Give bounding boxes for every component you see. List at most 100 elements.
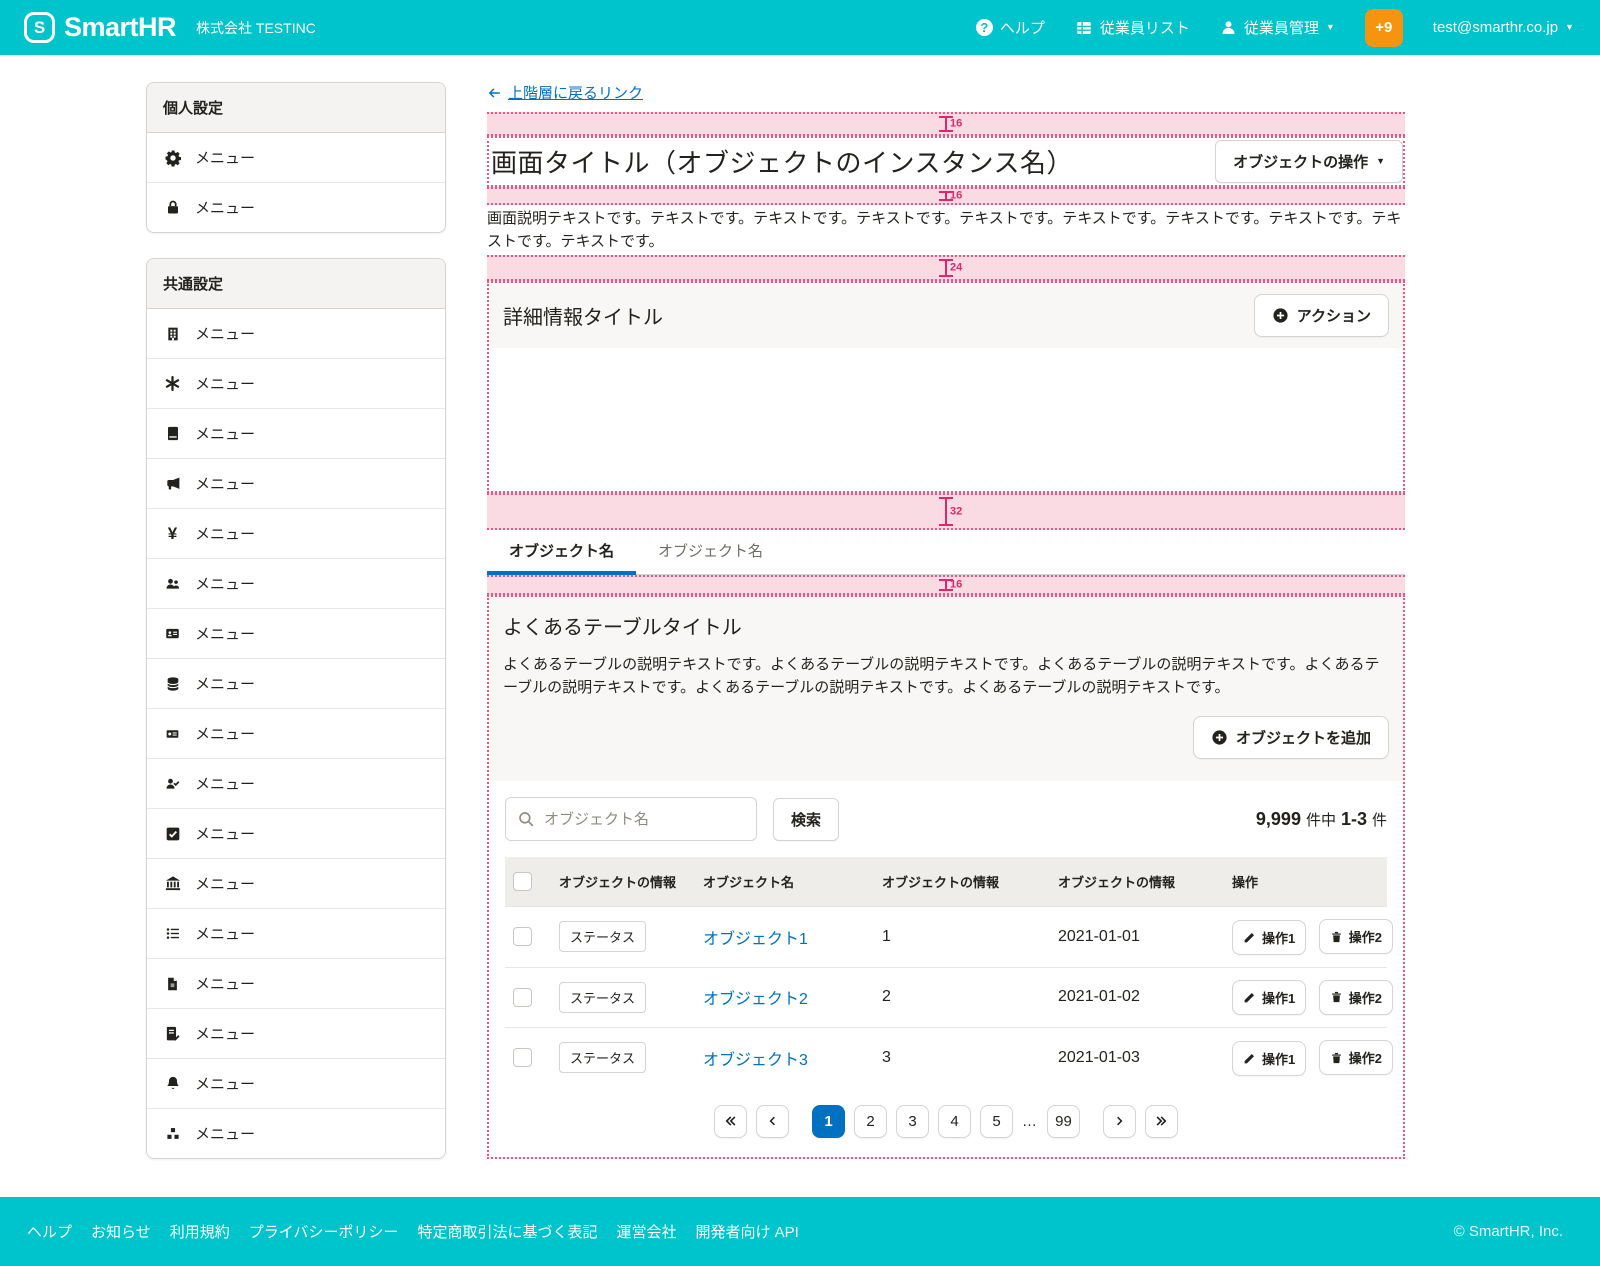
select-all-checkbox[interactable] [513, 872, 532, 891]
sidebar-item-menu[interactable]: メニュー [147, 759, 445, 809]
sidebar-item-label: メニュー [195, 923, 255, 944]
page-button-2[interactable]: 2 [854, 1105, 887, 1138]
row-checkbox[interactable] [513, 1048, 532, 1067]
status-badge: ステータス [559, 921, 646, 952]
sidebar-item-menu[interactable]: メニュー [147, 859, 445, 909]
file-check-icon [163, 1025, 182, 1043]
row-checkbox[interactable] [513, 988, 532, 1007]
sidebar-item-menu[interactable]: メニュー [147, 1009, 445, 1059]
tab-object-name-1[interactable]: オブジェクト名 [487, 531, 636, 575]
object-table: オブジェクトの情報 オブジェクト名 オブジェクトの情報 オブジェクトの情報 操作… [505, 857, 1387, 1088]
detail-info-title: 詳細情報タイトル [503, 301, 663, 330]
page-button-99[interactable]: 99 [1047, 1105, 1080, 1138]
sidebar-item-label: メニュー [195, 823, 255, 844]
page-button-1[interactable]: 1 [812, 1105, 845, 1138]
last-page-button[interactable] [1145, 1105, 1178, 1138]
status-badge: ステータス [559, 1042, 646, 1073]
sidebar-item-menu[interactable]: メニュー [147, 459, 445, 509]
next-page-button[interactable] [1103, 1105, 1136, 1138]
database-icon [163, 675, 182, 693]
footer-link[interactable]: ヘルプ [27, 1221, 72, 1242]
smarthr-logo[interactable]: S SmartHR [24, 12, 176, 43]
object-link[interactable]: オブジェクト1 [703, 931, 808, 948]
bell-icon [163, 1075, 182, 1092]
sidebar-item-menu[interactable]: メニュー [147, 309, 445, 359]
footer-link[interactable]: 開発者向け API [695, 1221, 798, 1242]
building-icon [163, 325, 182, 343]
object-link[interactable]: オブジェクト2 [703, 991, 808, 1008]
object-date-cell: 2021-01-03 [1050, 1028, 1224, 1088]
delete-button[interactable]: 操作2 [1319, 1040, 1393, 1075]
sidebar-item-label: メニュー [195, 147, 255, 168]
status-badge: ステータス [559, 982, 646, 1013]
personal-settings-title: 個人設定 [147, 83, 445, 133]
common-settings-card: 共通設定 メニュー メニュー [146, 258, 446, 1159]
lock-icon [163, 199, 182, 216]
megaphone-icon [163, 475, 182, 492]
account-dropdown[interactable]: test@smarthr.co.jp ▼ [1433, 19, 1574, 36]
sidebar-item-label: メニュー [195, 1123, 255, 1144]
object-link[interactable]: オブジェクト3 [703, 1052, 808, 1069]
sidebar-item-menu[interactable]: メニュー [147, 609, 445, 659]
object-actions-button[interactable]: オブジェクトの操作 ▼ [1215, 140, 1403, 183]
sidebar-item-menu[interactable]: メニュー [147, 183, 445, 232]
edit-button[interactable]: 操作1 [1232, 920, 1306, 955]
action-button[interactable]: アクション [1254, 294, 1389, 337]
edit-button[interactable]: 操作1 [1232, 1041, 1306, 1076]
footer-link[interactable]: プライバシーポリシー [249, 1221, 399, 1242]
sidebar-item-menu[interactable]: メニュー [147, 809, 445, 859]
pagination: 1 2 3 4 5 … 99 [505, 1088, 1387, 1141]
help-link[interactable]: ? ヘルプ [976, 17, 1045, 38]
users-icon [163, 576, 182, 592]
sidebar-item-menu[interactable]: メニュー [147, 959, 445, 1009]
prev-page-button[interactable] [756, 1105, 789, 1138]
footer-link[interactable]: 特定商取引法に基づく表記 [417, 1221, 597, 1242]
footer-link[interactable]: お知らせ [91, 1221, 151, 1242]
company-name: 株式会社 TESTINC [196, 18, 316, 38]
page-button-4[interactable]: 4 [938, 1105, 971, 1138]
sidebar-item-menu[interactable]: メニュー [147, 1109, 445, 1158]
first-page-button[interactable] [714, 1105, 747, 1138]
sidebar-item-menu[interactable]: メニュー [147, 709, 445, 759]
personal-settings-card: 個人設定 メニュー メニュー [146, 82, 446, 233]
sidebar-item-menu[interactable]: メニュー [147, 409, 445, 459]
user-check-icon [163, 776, 182, 792]
sidebar-item-menu[interactable]: メニュー [147, 659, 445, 709]
spacing-annotation: 32 [487, 493, 1405, 530]
sidebar-item-menu[interactable]: メニュー [147, 559, 445, 609]
sidebar-item-menu[interactable]: メニュー [147, 359, 445, 409]
sidebar-item-label: メニュー [195, 723, 255, 744]
add-object-button[interactable]: オブジェクトを追加 [1193, 716, 1389, 759]
page-body: 個人設定 メニュー メニュー 共通設定 [0, 55, 1600, 1159]
table-header-row: オブジェクトの情報 オブジェクト名 オブジェクトの情報 オブジェクトの情報 操作 [505, 857, 1387, 907]
footer-link[interactable]: 利用規約 [170, 1221, 230, 1242]
employee-list-link[interactable]: 従業員リスト [1075, 17, 1190, 38]
page-button-3[interactable]: 3 [896, 1105, 929, 1138]
footer-link[interactable]: 運営会社 [616, 1221, 676, 1242]
sidebar-item-label: メニュー [195, 873, 255, 894]
search-button[interactable]: 検索 [773, 798, 839, 841]
column-header: オブジェクトの情報 [551, 857, 695, 907]
sidebar-item-menu[interactable]: メニュー [147, 1059, 445, 1109]
row-checkbox[interactable] [513, 927, 532, 946]
employee-admin-dropdown[interactable]: 従業員管理 ▼ [1220, 17, 1335, 38]
object-info-cell: 1 [874, 907, 1050, 968]
back-to-parent-link[interactable]: 上階層に戻るリンク [487, 82, 643, 103]
delete-button[interactable]: 操作2 [1319, 919, 1393, 954]
page-button-5[interactable]: 5 [980, 1105, 1013, 1138]
notification-badge[interactable]: +9 [1365, 9, 1403, 47]
list-icon [163, 926, 182, 941]
delete-button[interactable]: 操作2 [1319, 980, 1393, 1015]
table-section-title: よくあるテーブルタイトル [503, 611, 1389, 640]
sidebar-item-menu[interactable]: メニュー [147, 909, 445, 959]
edit-button[interactable]: 操作1 [1232, 980, 1306, 1015]
table-card: 検索 9,999 件中 1-3 件 [489, 781, 1403, 1157]
sidebar-item-label: メニュー [195, 1073, 255, 1094]
sidebar-item-menu[interactable]: メニュー [147, 133, 445, 183]
search-row: 検索 9,999 件中 1-3 件 [505, 797, 1387, 841]
trash-icon [1330, 930, 1343, 944]
sidebar-item-menu[interactable]: ¥ メニュー [147, 509, 445, 559]
tab-object-name-2[interactable]: オブジェクト名 [636, 531, 785, 575]
yen-icon: ¥ [163, 524, 182, 544]
search-input[interactable] [505, 797, 757, 841]
